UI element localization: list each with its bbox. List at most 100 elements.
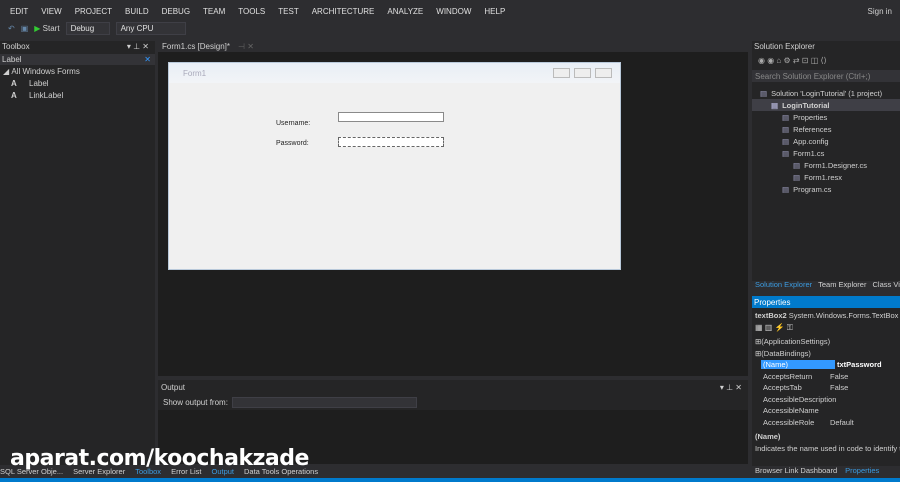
toolbox-group[interactable]: ◢ All Windows Forms (0, 65, 155, 77)
form1-window[interactable]: Form1 Username: Password: (168, 62, 621, 270)
tab-browser-link-dashboard[interactable]: Browser Link Dashboard (755, 466, 837, 475)
tab-form1-design[interactable]: Form1.cs [Design]* ⊣ ✕ (158, 41, 258, 52)
start-button[interactable]: ▶ Start (34, 24, 59, 33)
menu-debug[interactable]: DEBUG (162, 7, 190, 16)
toolbox-item-label[interactable]: A Label (0, 77, 155, 89)
file-icon: ▤ (782, 136, 790, 146)
linklabel-icon: A (11, 90, 17, 100)
tree-item[interactable]: ▤ References (752, 123, 900, 135)
toolbar: ↶ ▣ ▶ Start Debug Any CPU (0, 20, 900, 36)
file-icon: ▤ (782, 112, 790, 122)
tree-item[interactable]: ▤ LoginTutorial (752, 99, 900, 111)
menu-tools[interactable]: TOOLS (238, 7, 265, 16)
tree-item[interactable]: ▤ Solution 'LoginTutorial' (1 project) (752, 87, 900, 99)
tree-item[interactable]: ▤ Properties (752, 111, 900, 123)
menu-view[interactable]: VIEW (41, 7, 61, 16)
property-name: (Name) (761, 360, 835, 370)
username-label[interactable]: Username: (276, 120, 310, 127)
tree-item[interactable]: ▤ Form1.Designer.cs (752, 159, 900, 171)
property-row[interactable]: (Name) txtPassword (752, 359, 900, 371)
property-row[interactable]: AccessibleName (752, 405, 900, 417)
property-name: AccessibleRole (763, 417, 815, 427)
tab-team-explorer[interactable]: Team Explorer (818, 280, 866, 291)
file-icon: ▤ (782, 148, 790, 158)
tree-item-label: App.config (793, 136, 829, 146)
file-icon: ▤ (793, 160, 801, 170)
solution-toolbar: ◉ ◉ ⌂ ⚙ ⇄ ⊡ ◫ ⟨⟩ (758, 56, 827, 65)
property-group[interactable]: ⊞ (DataBindings) (752, 348, 900, 360)
file-icon: ▤ (771, 100, 779, 110)
password-label[interactable]: Password: (276, 140, 309, 147)
menu-build[interactable]: BUILD (125, 7, 149, 16)
close-button[interactable] (595, 68, 612, 78)
property-name: AccessibleDescription (763, 394, 837, 404)
file-icon: ▤ (782, 184, 790, 194)
tree-item[interactable]: ▤ Program.cs (752, 183, 900, 195)
close-icon[interactable]: ▾ ⊥ ✕ (720, 383, 742, 392)
menu-help[interactable]: HELP (484, 7, 505, 16)
sign-in-link[interactable]: Sign in (868, 7, 892, 16)
file-icon: ▤ (793, 172, 801, 182)
property-value[interactable]: False (828, 383, 848, 392)
menu-edit[interactable]: EDIT (10, 7, 28, 16)
save-icon[interactable]: ▣ (21, 24, 29, 33)
password-textbox[interactable] (338, 137, 444, 147)
pin-icon[interactable]: ⊣ ✕ (238, 42, 254, 51)
undo-icon[interactable]: ↶ (8, 24, 15, 33)
group-label: (ApplicationSettings) (761, 337, 831, 347)
solution-explorer-panel: Solution Explorer ◉ ◉ ⌂ ⚙ ⇄ ⊡ ◫ ⟨⟩ Searc… (752, 41, 900, 281)
menu-team[interactable]: TEAM (203, 7, 225, 16)
watermark: aparat.com/koochakzade (10, 446, 309, 471)
menu-analyze[interactable]: ANALYZE (387, 7, 423, 16)
property-value[interactable]: txtPassword (835, 360, 882, 369)
solution-explorer-header: Solution Explorer (754, 42, 815, 51)
property-name: AcceptsReturn (763, 371, 813, 381)
toolbox-panel: Toolbox ▾ ⊥ ✕ Label ✕ ◢ All Windows Forms … (0, 41, 155, 465)
status-bar (0, 478, 900, 482)
menu-window[interactable]: WINDOW (436, 7, 471, 16)
maximize-button[interactable] (574, 68, 591, 78)
tree-item-label: Properties (793, 112, 828, 122)
group-label: (DataBindings) (761, 348, 811, 358)
property-group[interactable]: ⊞ (ApplicationSettings) (752, 336, 900, 348)
tree-item[interactable]: ▤ App.config (752, 135, 900, 147)
minimize-button[interactable] (553, 68, 570, 78)
tab-class-view[interactable]: Class View (872, 280, 900, 291)
property-row[interactable]: AccessibleRole Default (752, 417, 900, 429)
properties-tabs: Browser Link Dashboard Properties (752, 466, 900, 475)
tree-item-label: Form1.resx (804, 172, 843, 182)
property-row[interactable]: AcceptsReturn False (752, 371, 900, 383)
tree-item[interactable]: ▤ Form1.resx (752, 171, 900, 183)
clear-icon[interactable]: ✕ (144, 55, 151, 64)
right-tabs: Solution Explorer Team Explorer Class View (752, 280, 900, 291)
menu-architecture[interactable]: ARCHITECTURE (312, 7, 375, 16)
tree-item-label: Solution 'LoginTutorial' (1 project) (771, 88, 883, 98)
output-source-select[interactable] (231, 397, 417, 408)
tree-item-label: LoginTutorial (782, 100, 830, 110)
menu-test[interactable]: TEST (278, 7, 298, 16)
menu-project[interactable]: PROJECT (75, 7, 112, 16)
config-select[interactable]: Debug (65, 21, 110, 35)
toolbox-header: Toolbox ▾ ⊥ ✕ (2, 42, 149, 51)
properties-header: Properties (752, 296, 900, 308)
tab-solution-explorer[interactable]: Solution Explorer (755, 280, 812, 291)
menu-bar: EDIT VIEW PROJECT BUILD DEBUG TEAM TOOLS TEST AR… (0, 0, 900, 22)
tree-item[interactable]: ▤ Form1.cs (752, 147, 900, 159)
solution-search-input[interactable]: Search Solution Explorer (Ctrl+;) (752, 70, 900, 82)
property-value[interactable]: False (828, 372, 848, 381)
properties-object-select[interactable]: textBox2 System.Windows.Forms.TextBox (752, 308, 900, 323)
output-header: Output ▾ ⊥ ✕ (161, 383, 742, 392)
label-icon: A (11, 78, 17, 88)
property-row[interactable]: AcceptsTab False (752, 382, 900, 394)
tree-item-label: Form1.Designer.cs (804, 160, 868, 170)
platform-select[interactable]: Any CPU (115, 21, 186, 35)
username-textbox[interactable] (338, 112, 444, 122)
file-icon: ▤ (782, 124, 790, 134)
property-description: (Name) Indicates the name used in code to… (755, 432, 900, 453)
property-row[interactable]: AccessibleDescription (752, 394, 900, 406)
toolbox-search-input[interactable]: Label ✕ (0, 54, 155, 65)
toolbox-item-linklabel[interactable]: A LinkLabel (0, 89, 155, 101)
tab-properties[interactable]: Properties (845, 466, 879, 475)
property-value[interactable]: Default (828, 418, 854, 427)
close-icon[interactable]: ▾ ⊥ ✕ (127, 42, 149, 51)
